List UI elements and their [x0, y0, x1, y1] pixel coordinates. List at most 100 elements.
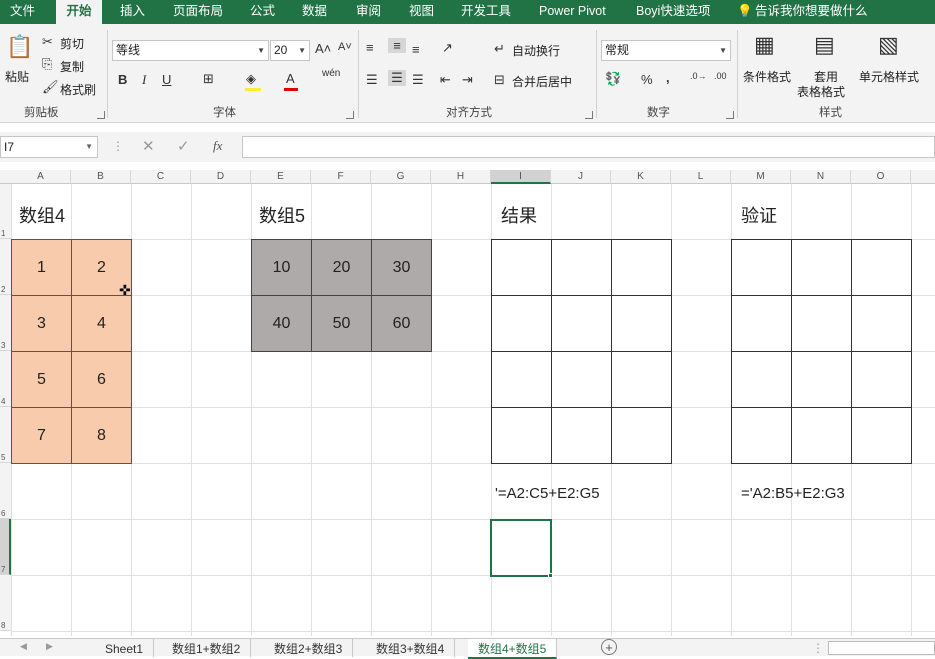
verify-cell[interactable]: [791, 407, 852, 464]
fill-color-icon[interactable]: ◈: [246, 71, 256, 87]
paste-button[interactable]: 粘贴: [5, 68, 29, 85]
array4-cell[interactable]: 7: [11, 407, 72, 464]
align-top-icon[interactable]: ≡: [366, 40, 374, 55]
array5-cell[interactable]: 40: [251, 295, 312, 352]
menu-power-pivot[interactable]: Power Pivot: [539, 0, 606, 24]
menu-file[interactable]: 文件: [10, 0, 35, 24]
percent-button[interactable]: %: [641, 72, 653, 87]
verify-cell[interactable]: [851, 407, 912, 464]
currency-icon[interactable]: 💱: [605, 71, 621, 87]
align-launcher-icon[interactable]: [585, 111, 593, 119]
row-header[interactable]: 7: [0, 519, 11, 575]
menu-review[interactable]: 审阅: [356, 0, 381, 24]
enter-icon[interactable]: ✓: [177, 137, 190, 155]
verify-cell[interactable]: [791, 351, 852, 408]
sheet-tab[interactable]: 数组3+数组4: [366, 639, 456, 657]
increase-font-icon[interactable]: A˄: [315, 41, 331, 56]
font-launcher-icon[interactable]: [346, 111, 354, 119]
align-right-icon[interactable]: ☰: [412, 72, 424, 88]
increase-indent-icon[interactable]: ⇥: [462, 72, 473, 88]
font-size-select[interactable]: 20 ▼: [270, 40, 310, 61]
result-formula-note[interactable]: '=A2:C5+E2:G5: [495, 485, 600, 502]
result-cell[interactable]: [611, 239, 672, 296]
menu-formulas[interactable]: 公式: [250, 0, 275, 24]
verify-cell[interactable]: [731, 407, 792, 464]
wrap-text-button[interactable]: 自动换行: [512, 42, 560, 59]
cut-button[interactable]: 剪切: [60, 35, 84, 52]
column-header[interactable]: L: [671, 170, 731, 184]
result-cell[interactable]: [611, 351, 672, 408]
menu-developer[interactable]: 开发工具: [461, 0, 511, 24]
result-cell[interactable]: [611, 407, 672, 464]
phonetic-icon[interactable]: wén: [322, 68, 340, 79]
verify-formula-note[interactable]: ='A2:B5+E2:G3: [741, 485, 845, 502]
array4-cell[interactable]: 3: [11, 295, 72, 352]
result-cell[interactable]: [491, 295, 552, 352]
menu-insert[interactable]: 插入: [120, 0, 145, 24]
sheet-tab[interactable]: 数组2+数组3: [264, 639, 354, 657]
sheet-tab[interactable]: 数组1+数组2: [162, 639, 252, 657]
result-cell[interactable]: [491, 239, 552, 296]
borders-icon[interactable]: ⊞: [203, 71, 214, 87]
array4-cell[interactable]: 6: [71, 351, 132, 408]
fill-handle[interactable]: [548, 573, 553, 578]
column-header[interactable]: O: [851, 170, 911, 184]
row-header[interactable]: 8: [0, 575, 11, 631]
format-painter-button[interactable]: 格式刷: [60, 81, 96, 98]
align-left-icon[interactable]: ☰: [366, 72, 378, 88]
result-cell[interactable]: [551, 407, 612, 464]
column-header[interactable]: M: [731, 170, 791, 184]
verify-cell[interactable]: [851, 351, 912, 408]
column-header[interactable]: E: [251, 170, 311, 184]
font-color-icon[interactable]: A: [286, 71, 295, 86]
array5-cell[interactable]: 30: [371, 239, 432, 296]
row-header[interactable]: 5: [0, 407, 11, 463]
comma-button[interactable]: ,: [666, 70, 670, 85]
decrease-font-icon[interactable]: A˅: [338, 41, 352, 53]
menu-page-layout[interactable]: 页面布局: [173, 0, 223, 24]
copy-button[interactable]: 复制: [60, 58, 84, 75]
verify-cell[interactable]: [791, 295, 852, 352]
verify-cell[interactable]: [731, 351, 792, 408]
row-header[interactable]: 3: [0, 295, 11, 351]
array4-cell[interactable]: 8: [71, 407, 132, 464]
row-header[interactable]: 4: [0, 351, 11, 407]
insert-function-icon[interactable]: fx: [213, 138, 222, 154]
verify-cell[interactable]: [731, 295, 792, 352]
increase-decimal-icon[interactable]: .0→: [690, 71, 707, 81]
verify-cell[interactable]: [731, 239, 792, 296]
menu-data[interactable]: 数据: [302, 0, 327, 24]
column-header[interactable]: I: [491, 170, 551, 184]
result-cell[interactable]: [491, 407, 552, 464]
conditional-format-button[interactable]: 条件格式: [743, 68, 791, 85]
decrease-decimal-icon[interactable]: .00: [714, 71, 727, 81]
array4-cell[interactable]: 4: [71, 295, 132, 352]
result-cell[interactable]: [551, 351, 612, 408]
add-sheet-icon[interactable]: +: [601, 639, 617, 655]
next-sheet-icon[interactable]: ▶: [46, 641, 53, 652]
array5-cell[interactable]: 60: [371, 295, 432, 352]
sheet-tab-active[interactable]: 数组4+数组5: [468, 639, 558, 659]
verify-cell[interactable]: [791, 239, 852, 296]
number-launcher-icon[interactable]: [726, 111, 734, 119]
decrease-indent-icon[interactable]: ⇤: [440, 72, 451, 88]
column-header[interactable]: B: [71, 170, 131, 184]
align-middle-icon[interactable]: ≡: [388, 38, 406, 53]
column-header[interactable]: K: [611, 170, 671, 184]
bold-button[interactable]: B: [118, 72, 127, 87]
result-cell[interactable]: [551, 239, 612, 296]
result-cell[interactable]: [611, 295, 672, 352]
align-center-icon[interactable]: ☰: [388, 70, 406, 86]
format-table-button-line2[interactable]: 表格格式: [797, 83, 845, 100]
selected-cell[interactable]: [490, 519, 552, 577]
column-header[interactable]: N: [791, 170, 851, 184]
underline-button[interactable]: U: [162, 72, 171, 87]
italic-button[interactable]: I: [142, 72, 146, 88]
menu-view[interactable]: 视图: [409, 0, 434, 24]
array4-cell[interactable]: 1: [11, 239, 72, 296]
array4-cell[interactable]: 5: [11, 351, 72, 408]
number-format-select[interactable]: 常规 ▼: [601, 40, 731, 61]
merge-center-button[interactable]: 合并后居中: [512, 73, 572, 90]
clipboard-launcher-icon[interactable]: [97, 111, 105, 119]
column-header[interactable]: G: [371, 170, 431, 184]
